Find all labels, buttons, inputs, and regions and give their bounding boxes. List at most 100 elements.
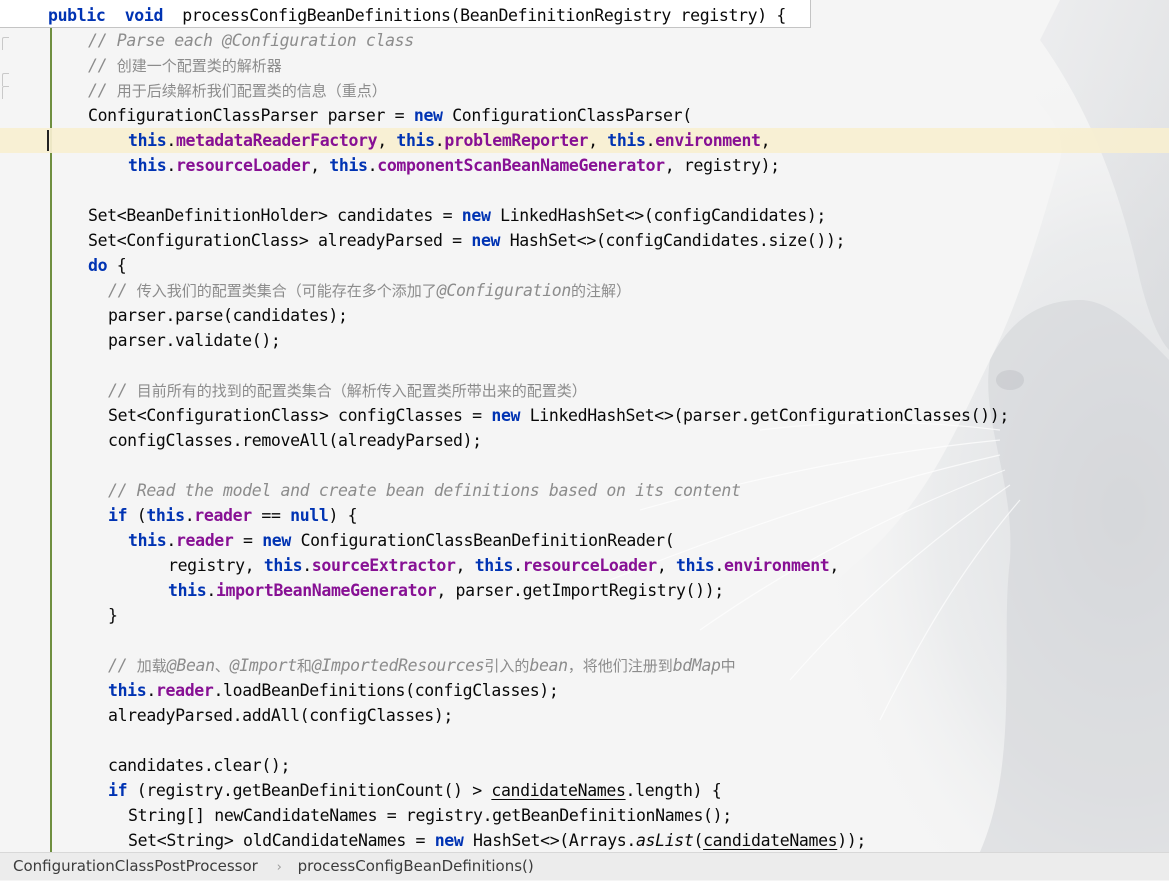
code-text: ,: [760, 131, 771, 150]
code-line[interactable]: this.metadataReaderFactory, this.problem…: [0, 128, 1169, 153]
code-line[interactable]: this.reader.loadBeanDefinitions(configCl…: [0, 678, 1169, 703]
code-text: Set<String> oldCandidateNames =: [128, 831, 435, 850]
code-line[interactable]: Set<ConfigurationClass> alreadyParsed = …: [0, 228, 1169, 253]
code-line[interactable]: [0, 453, 1169, 478]
code-text: Set<ConfigurationClass> configClasses =: [108, 406, 492, 425]
code-line[interactable]: // Read the model and create bean defini…: [0, 478, 1169, 503]
code-text: ,: [455, 556, 475, 575]
code-line[interactable]: // 加载@Bean、@Import和@ImportedResources引入的…: [0, 653, 1169, 678]
code-field: resourceLoader: [522, 556, 658, 575]
code-line[interactable]: if (this.reader == null) {: [0, 503, 1169, 528]
code-text: =: [233, 531, 263, 550]
code-line[interactable]: }: [0, 603, 1169, 628]
code-text: , registry);: [664, 156, 780, 175]
code-line[interactable]: Set<ConfigurationClass> configClasses = …: [0, 403, 1169, 428]
code-comment: 用于后续解析我们配置类的信息（重点）: [116, 82, 387, 100]
code-comment: @Import: [229, 656, 297, 675]
breadcrumb-method[interactable]: processConfigBeanDefinitions(): [298, 853, 534, 880]
code-comment: //: [88, 56, 117, 75]
code-line[interactable]: candidates.clear();: [0, 753, 1169, 778]
code-line[interactable]: // Parse each @Configuration class: [0, 28, 1169, 53]
code-field-ref: candidateNames: [491, 781, 626, 800]
method-signature-line[interactable]: public void processConfigBeanDefinitions…: [0, 3, 1169, 28]
code-field: environment: [655, 131, 761, 150]
code-text: LinkedHashSet<>(configCandidates);: [490, 206, 826, 225]
code-line[interactable]: Set<BeanDefinitionHolder> candidates = n…: [0, 203, 1169, 228]
code-text: ConfigurationClassBeanDefinitionReader(: [290, 531, 675, 550]
code-line[interactable]: parser.validate();: [0, 328, 1169, 353]
code-line[interactable]: this.importBeanNameGenerator, parser.get…: [0, 578, 1169, 603]
code-line[interactable]: if (registry.getBeanDefinitionCount() > …: [0, 778, 1169, 803]
code-text: .length) {: [625, 781, 722, 800]
code-line[interactable]: [0, 353, 1169, 378]
code-text: ==: [251, 506, 291, 525]
code-text: .: [714, 556, 724, 575]
code-keyword: this: [474, 556, 514, 575]
code-text: {: [107, 256, 127, 275]
code-field: sourceExtractor: [311, 556, 456, 575]
code-line[interactable]: registry, this.sourceExtractor, this.res…: [0, 553, 1169, 578]
code-line[interactable]: alreadyParsed.addAll(configClasses);: [0, 703, 1169, 728]
code-comment: bean: [529, 656, 568, 675]
code-line[interactable]: // 用于后续解析我们配置类的信息（重点）: [0, 78, 1169, 103]
code-editor[interactable]: public void processConfigBeanDefinitions…: [0, 3, 1169, 852]
code-field: resourceLoader: [175, 156, 311, 175]
code-line[interactable]: Set<String> oldCandidateNames = new Hash…: [0, 828, 1169, 852]
code-comment: //: [108, 656, 137, 675]
breadcrumb-class[interactable]: ConfigurationClassPostProcessor: [13, 853, 258, 880]
code-line[interactable]: parser.parse(candidates);: [0, 303, 1169, 328]
code-keyword: this: [607, 131, 646, 150]
code-text: ,: [310, 156, 330, 175]
code-line[interactable]: String[] newCandidateNames = registry.ge…: [0, 803, 1169, 828]
code-keyword: if: [108, 781, 128, 800]
code-line[interactable]: do {: [0, 253, 1169, 278]
code-line[interactable]: // 创建一个配置类的解析器: [0, 53, 1169, 78]
code-text: .: [434, 131, 445, 150]
code-line[interactable]: ConfigurationClassParser parser = new Co…: [0, 103, 1169, 128]
code-text: parser.validate();: [108, 331, 281, 350]
code-keyword: this: [263, 556, 303, 575]
code-line[interactable]: this.reader = new ConfigurationClassBean…: [0, 528, 1169, 553]
code-text: alreadyParsed.addAll(configClasses);: [108, 706, 454, 725]
text-caret: [47, 130, 49, 151]
code-comment: //: [108, 281, 137, 300]
code-text: candidates.clear();: [108, 756, 291, 775]
code-text: HashSet<>(configCandidates.size());: [500, 231, 846, 250]
code-keyword: new: [491, 406, 521, 425]
code-keyword: this: [128, 131, 167, 150]
code-text: ));: [837, 831, 867, 850]
code-comment: 和: [296, 657, 312, 675]
code-text: ) {: [328, 506, 358, 525]
code-keyword: this: [676, 556, 715, 575]
code-keyword: if: [108, 506, 128, 525]
code-text: (: [127, 506, 147, 525]
code-field: metadataReaderFactory: [175, 131, 378, 150]
code-text: (: [693, 831, 704, 850]
code-comment: @Configuration: [436, 281, 572, 300]
code-line[interactable]: [0, 178, 1169, 203]
code-line[interactable]: [0, 628, 1169, 653]
code-keyword: this: [108, 681, 147, 700]
code-text: .: [184, 506, 195, 525]
code-comment: 创建一个配置类的解析器: [116, 57, 282, 75]
code-keyword: new: [471, 231, 501, 250]
code-comment: // Parse each @Configuration class: [88, 31, 414, 50]
code-line[interactable]: [0, 728, 1169, 753]
code-text: .: [302, 556, 312, 575]
code-text: ConfigurationClassParser parser =: [88, 106, 414, 125]
code-text: parser.parse(candidates);: [108, 306, 348, 325]
code-text: .: [166, 531, 176, 550]
code-line[interactable]: // 传入我们的配置类集合（可能存在多个添加了@Configuration的注解…: [0, 278, 1169, 303]
code-comment: 目前所有的找到的配置类集合（解析传入配置类所带出来的配置类）: [136, 382, 587, 400]
code-text: HashSet<>(Arrays.: [463, 831, 636, 850]
code-text: .: [166, 131, 176, 150]
code-line[interactable]: this.resourceLoader, this.componentScanB…: [0, 153, 1169, 178]
code-keyword: void: [124, 6, 164, 25]
code-text: ,: [377, 131, 397, 150]
code-comment: 加载: [136, 657, 167, 675]
code-keyword: this: [146, 506, 185, 525]
code-text: , parser.getImportRegistry());: [436, 581, 724, 600]
code-line[interactable]: configClasses.removeAll(alreadyParsed);: [0, 428, 1169, 453]
code-line[interactable]: // 目前所有的找到的配置类集合（解析传入配置类所带出来的配置类）: [0, 378, 1169, 403]
